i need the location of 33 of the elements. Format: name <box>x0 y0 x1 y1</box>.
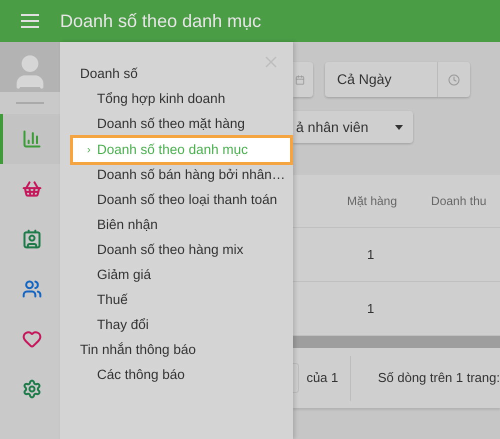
rail-button[interactable] <box>0 114 60 164</box>
column-header: Doanh thu <box>431 193 486 210</box>
page-field[interactable] <box>293 363 300 393</box>
menu-item[interactable]: Giảm giá <box>60 263 293 288</box>
clock-icon <box>448 74 460 86</box>
table-cell-text: 1 <box>367 246 374 264</box>
page-count: của 1 <box>306 369 340 388</box>
menu-item[interactable]: Các thông báo <box>60 363 293 388</box>
menu-item[interactable]: Biên nhận <box>60 213 293 238</box>
date-field[interactable] <box>293 62 313 97</box>
menu-group-label: Tin nhắn thông báo <box>79 341 197 360</box>
column-header: Mặt hàng <box>347 193 398 210</box>
caret-icon <box>395 124 403 130</box>
menu-item[interactable]: Doanh số theo loại thanh toán <box>60 188 293 213</box>
id-card-icon <box>22 229 42 249</box>
table-cell-text: 1 <box>367 300 374 318</box>
people-icon <box>22 279 42 299</box>
menu-item[interactable]: Doanh số theo hàng mix <box>60 238 293 263</box>
menu-item[interactable]: Doanh số theo mặt hàng <box>60 112 293 137</box>
time-field[interactable]: Cả Ngày <box>325 62 470 97</box>
settings-icon <box>22 379 42 399</box>
heart-icon <box>22 329 42 349</box>
calendar-icon <box>295 74 305 84</box>
page-title: Doanh số theo danh mục <box>60 10 262 32</box>
menu-item[interactable]: Tổng hợp kinh doanh <box>60 87 293 112</box>
menu-item[interactable]: Thuế <box>60 288 293 313</box>
rows-per-page-label: Số dòng trên 1 trang: <box>378 369 500 388</box>
basket-icon <box>22 179 42 199</box>
menu-item[interactable]: Doanh số bán hàng bởi nhân… <box>60 163 293 188</box>
bar-chart-icon <box>22 129 42 149</box>
menu-item[interactable]: Thay đổi <box>60 313 293 338</box>
employee-select[interactable]: ả nhân viên <box>293 111 413 143</box>
menu-group-label: Doanh số <box>79 65 139 84</box>
